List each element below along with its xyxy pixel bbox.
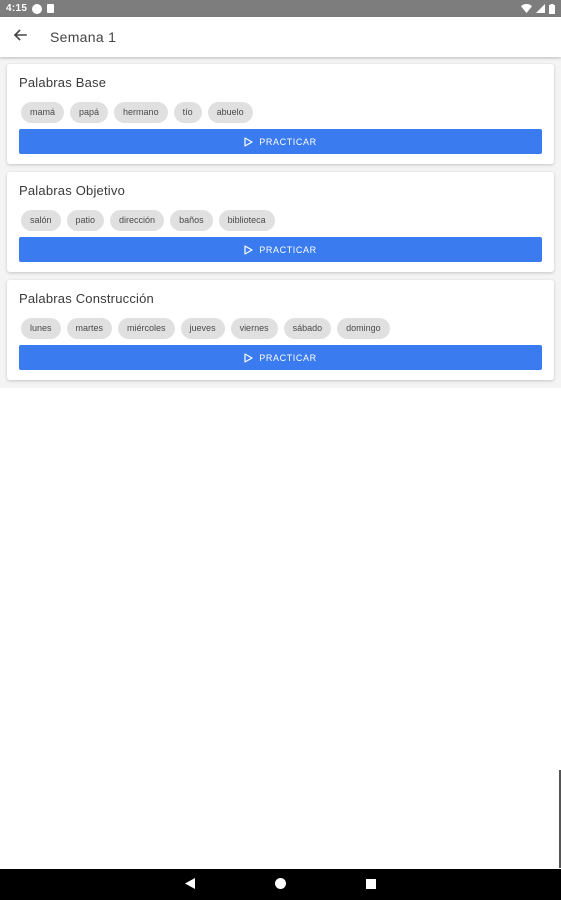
word-chip-list: lunes martes miércoles jueves viernes sá… [19,318,542,339]
word-chip[interactable]: biblioteca [218,210,275,231]
nav-recents-button[interactable] [366,876,376,894]
word-chip[interactable]: salón [21,210,61,231]
word-card-base: Palabras Base mamá papá hermano tío abue… [7,64,554,164]
page-title: Semana 1 [50,29,117,45]
circle-home-icon [275,876,286,894]
play-outline-icon [244,352,253,363]
card-title: Palabras Construcción [19,291,154,306]
word-chip[interactable]: patio [66,210,105,231]
square-recents-icon [366,876,376,894]
practice-button-label: PRACTICAR [259,352,317,363]
arrow-left-icon [13,28,27,47]
status-right [521,3,555,14]
battery-icon [549,3,555,14]
wifi-icon [521,4,532,13]
word-chip[interactable]: dirección [110,210,165,231]
word-chip[interactable]: abuelo [207,102,253,123]
signal-icon [536,4,545,13]
word-chip[interactable]: lunes [21,318,61,339]
content-area: Palabras Base mamá papá hermano tío abue… [0,57,561,388]
word-chip[interactable]: martes [66,318,113,339]
nav-home-button[interactable] [275,876,286,894]
word-chip[interactable]: hermano [114,102,168,123]
word-card-objetivo: Palabras Objetivo salón patio dirección … [7,172,554,272]
practice-button[interactable]: PRACTICAR [19,237,542,262]
word-chip[interactable]: mamá [21,102,65,123]
practice-button-label: PRACTICAR [259,136,317,147]
practice-button[interactable]: PRACTICAR [19,129,542,154]
word-card-construccion: Palabras Construcción lunes martes miérc… [7,280,554,380]
word-chip-list: salón patio dirección baños biblioteca [19,210,542,231]
card-title: Palabras Objetivo [19,183,126,198]
word-chip[interactable]: jueves [180,318,225,339]
back-button[interactable] [8,25,32,49]
word-chip[interactable]: viernes [230,318,278,339]
navigation-bar [0,869,561,900]
nav-back-button[interactable] [185,876,195,894]
word-chip[interactable]: domingo [337,318,390,339]
word-chip[interactable]: papá [70,102,109,123]
word-chip-list: mamá papá hermano tío abuelo [19,102,542,123]
triangle-back-icon [185,876,195,894]
app-bar: Semana 1 [0,17,561,57]
status-bar: 4:15 [0,0,561,17]
play-outline-icon [244,244,253,255]
sd-card-icon [47,4,55,13]
word-chip[interactable]: baños [170,210,213,231]
practice-button-label: PRACTICAR [259,244,317,255]
status-time: 4:15 [6,3,28,14]
practice-button[interactable]: PRACTICAR [19,345,542,370]
notification-icon [32,3,43,14]
status-left: 4:15 [6,3,55,14]
word-chip[interactable]: tío [173,102,202,123]
word-chip[interactable]: miércoles [118,318,175,339]
play-outline-icon [244,136,253,147]
card-title: Palabras Base [19,75,107,90]
word-chip[interactable]: sábado [283,318,332,339]
